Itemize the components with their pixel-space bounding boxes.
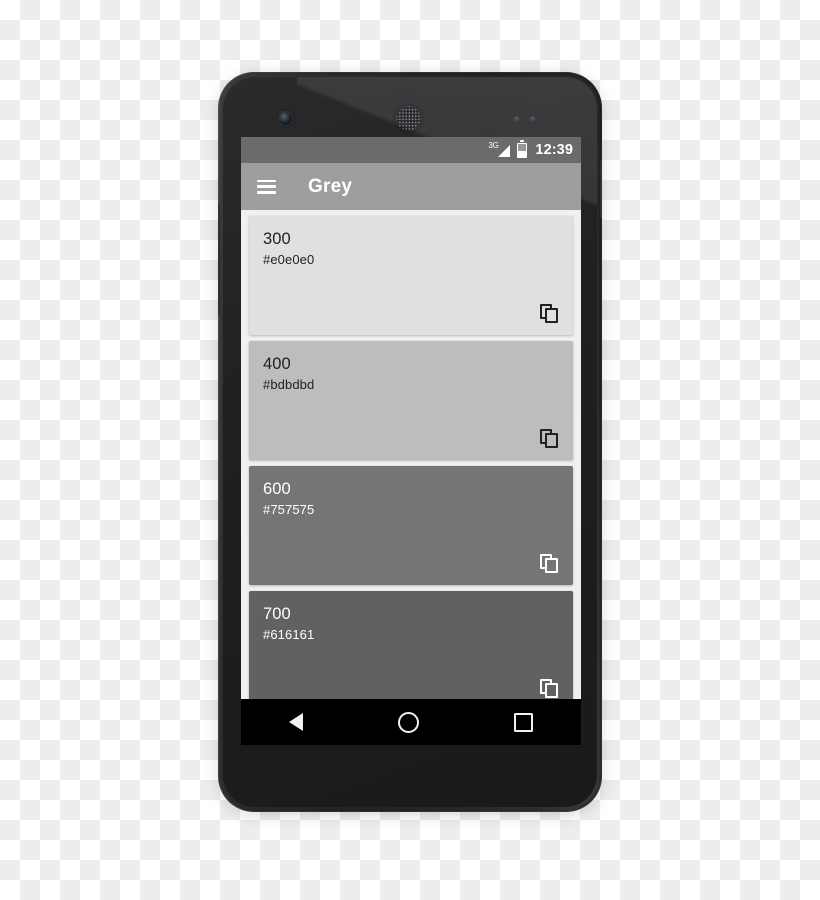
- copy-icon[interactable]: [540, 304, 559, 323]
- home-circle-icon[interactable]: [397, 711, 419, 733]
- color-card-hex: #e0e0e0: [263, 252, 315, 267]
- color-card-hex: #bdbdbd: [263, 377, 315, 392]
- color-card-name: 300: [263, 230, 291, 248]
- front-camera-icon: [279, 112, 292, 125]
- color-card[interactable]: 300 #e0e0e0: [249, 216, 573, 335]
- phone-device: 3G 12:39 Grey 300 #e0e0e0 400 #bdbdbd 600 #75…: [218, 72, 602, 812]
- hamburger-line: [257, 191, 276, 194]
- signal-icon: 3G: [488, 140, 511, 158]
- status-bar: 3G 12:39: [241, 137, 581, 163]
- color-card-hex: #757575: [263, 502, 315, 517]
- android-navigation-bar: [241, 699, 581, 745]
- hamburger-line: [257, 185, 276, 188]
- earpiece-speaker-icon: [395, 105, 422, 132]
- status-bar-icons: 3G 12:39: [488, 140, 573, 158]
- hamburger-menu-icon[interactable]: [257, 179, 276, 194]
- copy-icon-front-sheet: [544, 683, 558, 698]
- color-card[interactable]: 700 #616161: [249, 591, 573, 710]
- back-triangle-icon[interactable]: [288, 713, 303, 731]
- copy-icon[interactable]: [540, 554, 559, 573]
- app-title: Grey: [308, 175, 353, 197]
- power-button[interactable]: [600, 160, 602, 218]
- color-card-hex: #616161: [263, 627, 315, 642]
- hamburger-line: [257, 179, 276, 182]
- light-sensor-icon: [530, 116, 536, 122]
- color-card-name: 600: [263, 480, 291, 498]
- phone-screen: 3G 12:39 Grey 300 #e0e0e0 400 #bdbdbd 600 #75…: [241, 137, 581, 745]
- battery-icon: [517, 140, 528, 158]
- volume-rocker-button[interactable]: [218, 204, 220, 314]
- app-bar: Grey: [241, 163, 581, 210]
- proximity-sensor-icon: [514, 116, 520, 122]
- status-clock: 12:39: [535, 142, 573, 158]
- signal-triangle-icon: [498, 144, 511, 157]
- color-card[interactable]: 400 #bdbdbd: [249, 341, 573, 460]
- network-type-label: 3G: [488, 140, 499, 150]
- color-card[interactable]: 600 #757575: [249, 466, 573, 585]
- copy-icon-front-sheet: [544, 308, 558, 323]
- color-card-name: 700: [263, 605, 291, 623]
- color-card-list[interactable]: 300 #e0e0e0 400 #bdbdbd 600 #757575 700 #616161: [241, 210, 581, 745]
- phone-body: 3G 12:39 Grey 300 #e0e0e0 400 #bdbdbd 600 #75…: [218, 72, 602, 812]
- copy-icon-front-sheet: [544, 558, 558, 573]
- copy-icon[interactable]: [540, 679, 559, 698]
- recents-square-icon[interactable]: [514, 712, 534, 732]
- color-card-name: 400: [263, 355, 291, 373]
- copy-icon[interactable]: [540, 429, 559, 448]
- copy-icon-front-sheet: [544, 433, 558, 448]
